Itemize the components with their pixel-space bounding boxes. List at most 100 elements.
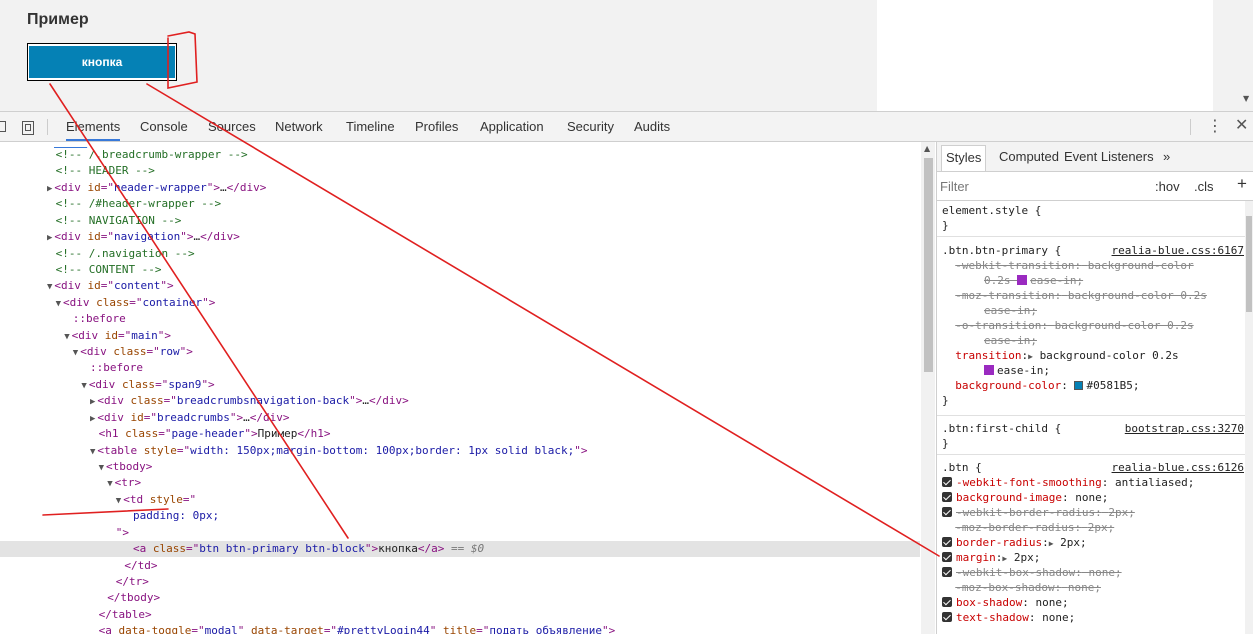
- tree-line[interactable]: </td>: [124, 558, 157, 574]
- tree-line[interactable]: ▶ <div id="navigation">…</div>: [47, 229, 240, 245]
- expand-shorthand-icon[interactable]: ▶: [1049, 539, 1054, 548]
- tree-line[interactable]: ▶ <div id="header-wrapper">…</div>: [47, 180, 266, 196]
- declaration-checkbox[interactable]: [942, 537, 952, 547]
- style-declaration[interactable]: text-shadow: none;: [942, 610, 1075, 625]
- tab-profiles[interactable]: Profiles: [415, 119, 458, 135]
- tree-line[interactable]: ::before: [73, 311, 126, 327]
- tree-line[interactable]: padding: 0px;: [133, 508, 219, 524]
- style-declaration[interactable]: ease-in;: [984, 363, 1050, 378]
- collapse-arrow-icon[interactable]: ▼: [56, 299, 61, 309]
- tree-line[interactable]: ▼ <div class="span9">: [81, 377, 214, 393]
- declaration-value[interactable]: none;: [1088, 566, 1121, 579]
- declaration-name[interactable]: text-shadow: [956, 611, 1029, 624]
- tab-console[interactable]: Console: [140, 119, 188, 135]
- style-declaration[interactable]: box-shadow: none;: [942, 595, 1069, 610]
- style-declaration[interactable]: -moz-transition: background-color 0.2s: [942, 288, 1207, 303]
- selected-node[interactable]: <a class="btn btn-primary btn-block">кно…: [0, 541, 920, 558]
- declaration-name[interactable]: -webkit-border-radius: [956, 506, 1095, 519]
- declaration-checkbox[interactable]: [942, 492, 952, 502]
- declaration-name[interactable]: margin: [956, 551, 996, 564]
- declaration-name[interactable]: background-image: [956, 491, 1062, 504]
- declaration-name[interactable]: border-radius: [956, 536, 1042, 549]
- rule-selector[interactable]: .btn:first-child {: [942, 421, 1061, 436]
- declaration-name[interactable]: box-shadow: [956, 596, 1022, 609]
- tab-network[interactable]: Network: [275, 119, 323, 135]
- tree-line[interactable]: ▼ <div class="container">: [56, 295, 216, 311]
- collapse-arrow-icon[interactable]: ▼: [73, 348, 78, 358]
- style-declaration[interactable]: -moz-box-shadow: none;: [942, 580, 1101, 595]
- tree-line[interactable]: ::before: [90, 360, 143, 376]
- tree-line[interactable]: ▼ <td style=": [116, 492, 196, 508]
- rule-source-link[interactable]: realia-blue.css:6126: [1112, 460, 1244, 475]
- rule-selector[interactable]: .btn.btn-primary {: [942, 243, 1061, 258]
- style-declaration[interactable]: background-color: #0581B5;: [942, 378, 1139, 393]
- tree-line[interactable]: ▼ <tbody>: [99, 459, 153, 475]
- collapse-arrow-icon[interactable]: ▼: [90, 447, 95, 457]
- tree-line[interactable]: </tr>: [116, 574, 149, 590]
- new-rule-button[interactable]: +: [1237, 175, 1247, 192]
- expand-shorthand-icon[interactable]: ▶: [1028, 352, 1033, 361]
- device-toolbar-icon[interactable]: [20, 120, 36, 139]
- collapse-arrow-icon[interactable]: ▼: [99, 463, 104, 473]
- tab-sources[interactable]: Sources: [208, 119, 256, 135]
- tree-line[interactable]: ▶ <div class="breadcrumbsnavigation-back"…: [90, 393, 409, 409]
- tree-line[interactable]: ▼ <div id="main">: [64, 328, 171, 344]
- expand-arrow-icon[interactable]: ▶: [90, 414, 95, 424]
- sidebar-tab-styles[interactable]: Styles: [941, 145, 987, 171]
- declaration-value[interactable]: 2px;: [1060, 536, 1087, 549]
- tree-line[interactable]: ▼ <div class="row">: [73, 344, 193, 360]
- declaration-checkbox[interactable]: [942, 507, 952, 517]
- declaration-name[interactable]: background-color: [955, 379, 1061, 392]
- tree-line[interactable]: <!-- NAVIGATION -->: [56, 213, 182, 229]
- declaration-value[interactable]: background-color 0.2s: [1055, 319, 1194, 332]
- declaration-value[interactable]: background-color: [1088, 259, 1194, 272]
- scroll-up-icon[interactable]: ▲: [924, 145, 930, 153]
- style-declaration[interactable]: border-radius:▶ 2px;: [942, 535, 1087, 550]
- elements-tree[interactable]: <!-- /.breadcrumb-wrapper --> <!-- HEADER…: [0, 142, 920, 634]
- more-menu-icon[interactable]: ⋮: [1207, 118, 1223, 134]
- expand-arrow-icon[interactable]: ▶: [47, 233, 52, 243]
- declaration-checkbox[interactable]: [942, 552, 952, 562]
- declaration-name[interactable]: -webkit-transition: [955, 259, 1074, 272]
- scroll-down-icon[interactable]: ▼: [1243, 95, 1249, 103]
- sidebar-tab-computed[interactable]: Computed: [999, 149, 1059, 165]
- cls-toggle[interactable]: .cls: [1194, 179, 1214, 195]
- declaration-value[interactable]: 2px;: [1088, 521, 1115, 534]
- declaration-value[interactable]: none;: [1075, 491, 1108, 504]
- tree-line[interactable]: </table>: [99, 607, 152, 623]
- expand-arrow-icon[interactable]: ▶: [47, 184, 52, 194]
- declaration-value[interactable]: none;: [1035, 596, 1068, 609]
- tab-elements[interactable]: Elements: [66, 119, 121, 141]
- inspect-icon[interactable]: [0, 120, 8, 137]
- collapse-arrow-icon[interactable]: ▼: [116, 496, 121, 506]
- collapse-arrow-icon[interactable]: ▼: [47, 282, 52, 292]
- tree-line[interactable]: ▼ <tr>: [107, 475, 141, 491]
- declaration-value[interactable]: 2px;: [1014, 551, 1041, 564]
- style-declaration[interactable]: -webkit-border-radius: 2px;: [942, 505, 1135, 520]
- elements-scroll-thumb[interactable]: [924, 158, 933, 372]
- bezier-editor-icon[interactable]: [1017, 275, 1028, 285]
- tab-timeline[interactable]: Timeline: [346, 119, 395, 135]
- style-declaration[interactable]: -o-transition: background-color 0.2s: [942, 318, 1194, 333]
- declaration-name[interactable]: -o-transition: [955, 319, 1041, 332]
- rule-source-link[interactable]: realia-blue.css:6167: [1112, 243, 1244, 258]
- declaration-value[interactable]: antialiased;: [1115, 476, 1194, 489]
- tree-line[interactable]: ▼ <table style="width: 150px;margin-botto…: [90, 443, 588, 459]
- tree-line[interactable]: ▼ <div id="content">: [47, 278, 174, 294]
- primary-button[interactable]: кнопка: [29, 46, 175, 78]
- rule-selector[interactable]: element.style {: [942, 203, 1041, 218]
- color-swatch-icon[interactable]: [1074, 381, 1084, 390]
- tab-audits[interactable]: Audits: [634, 119, 670, 135]
- tree-line[interactable]: <a data-toggle="modal" data-target="#pre…: [99, 623, 616, 634]
- declaration-checkbox[interactable]: [942, 477, 952, 487]
- style-declaration[interactable]: 0.2s ease-in;: [984, 273, 1083, 288]
- declaration-value[interactable]: 2px;: [1108, 506, 1135, 519]
- style-declaration[interactable]: transition:▶ background-color 0.2s: [942, 348, 1178, 363]
- style-declaration[interactable]: ease-in;: [984, 303, 1037, 318]
- tree-line[interactable]: <!-- /#header-wrapper -->: [56, 196, 222, 212]
- declaration-name[interactable]: -moz-box-shadow: [955, 581, 1054, 594]
- close-icon[interactable]: ✕: [1235, 117, 1248, 133]
- declaration-checkbox[interactable]: [942, 612, 952, 622]
- tab-application[interactable]: Application: [480, 119, 544, 135]
- style-declaration[interactable]: background-image: none;: [942, 490, 1108, 505]
